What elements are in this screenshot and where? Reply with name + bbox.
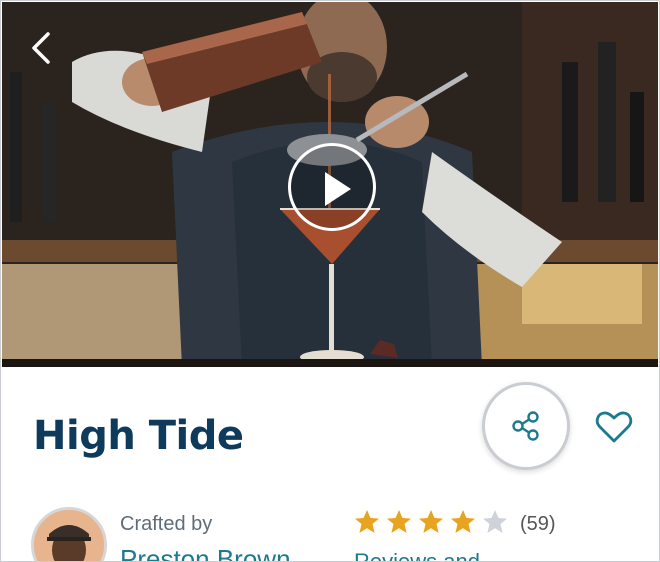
star-empty-icon — [483, 510, 507, 533]
author-name-link[interactable]: Preston Brown — [120, 544, 291, 561]
author-avatar[interactable] — [31, 507, 107, 561]
star-filled-icon — [419, 510, 443, 533]
reviews-link[interactable]: Reviews and... — [354, 549, 498, 561]
recipe-detail-screen: High Tide Crafted by Preston Brown (59) … — [0, 0, 660, 562]
star-filled-icon — [355, 510, 379, 533]
rating-count: (59) — [520, 513, 556, 535]
star-filled-icon — [387, 510, 411, 533]
hero-video[interactable] — [2, 2, 658, 367]
star-filled-icon — [451, 510, 475, 533]
person-portrait — [34, 510, 104, 561]
play-button[interactable] — [288, 143, 376, 231]
favorite-button[interactable] — [595, 409, 633, 445]
play-icon — [325, 172, 351, 206]
share-icon — [512, 411, 539, 441]
crafted-by-label: Crafted by — [120, 513, 213, 535]
recipe-title: High Tide — [33, 413, 244, 459]
back-button[interactable] — [26, 30, 58, 66]
star-rating — [354, 509, 514, 537]
chevron-left-icon — [32, 32, 50, 64]
heart-icon — [595, 411, 633, 443]
share-button[interactable] — [482, 382, 570, 470]
